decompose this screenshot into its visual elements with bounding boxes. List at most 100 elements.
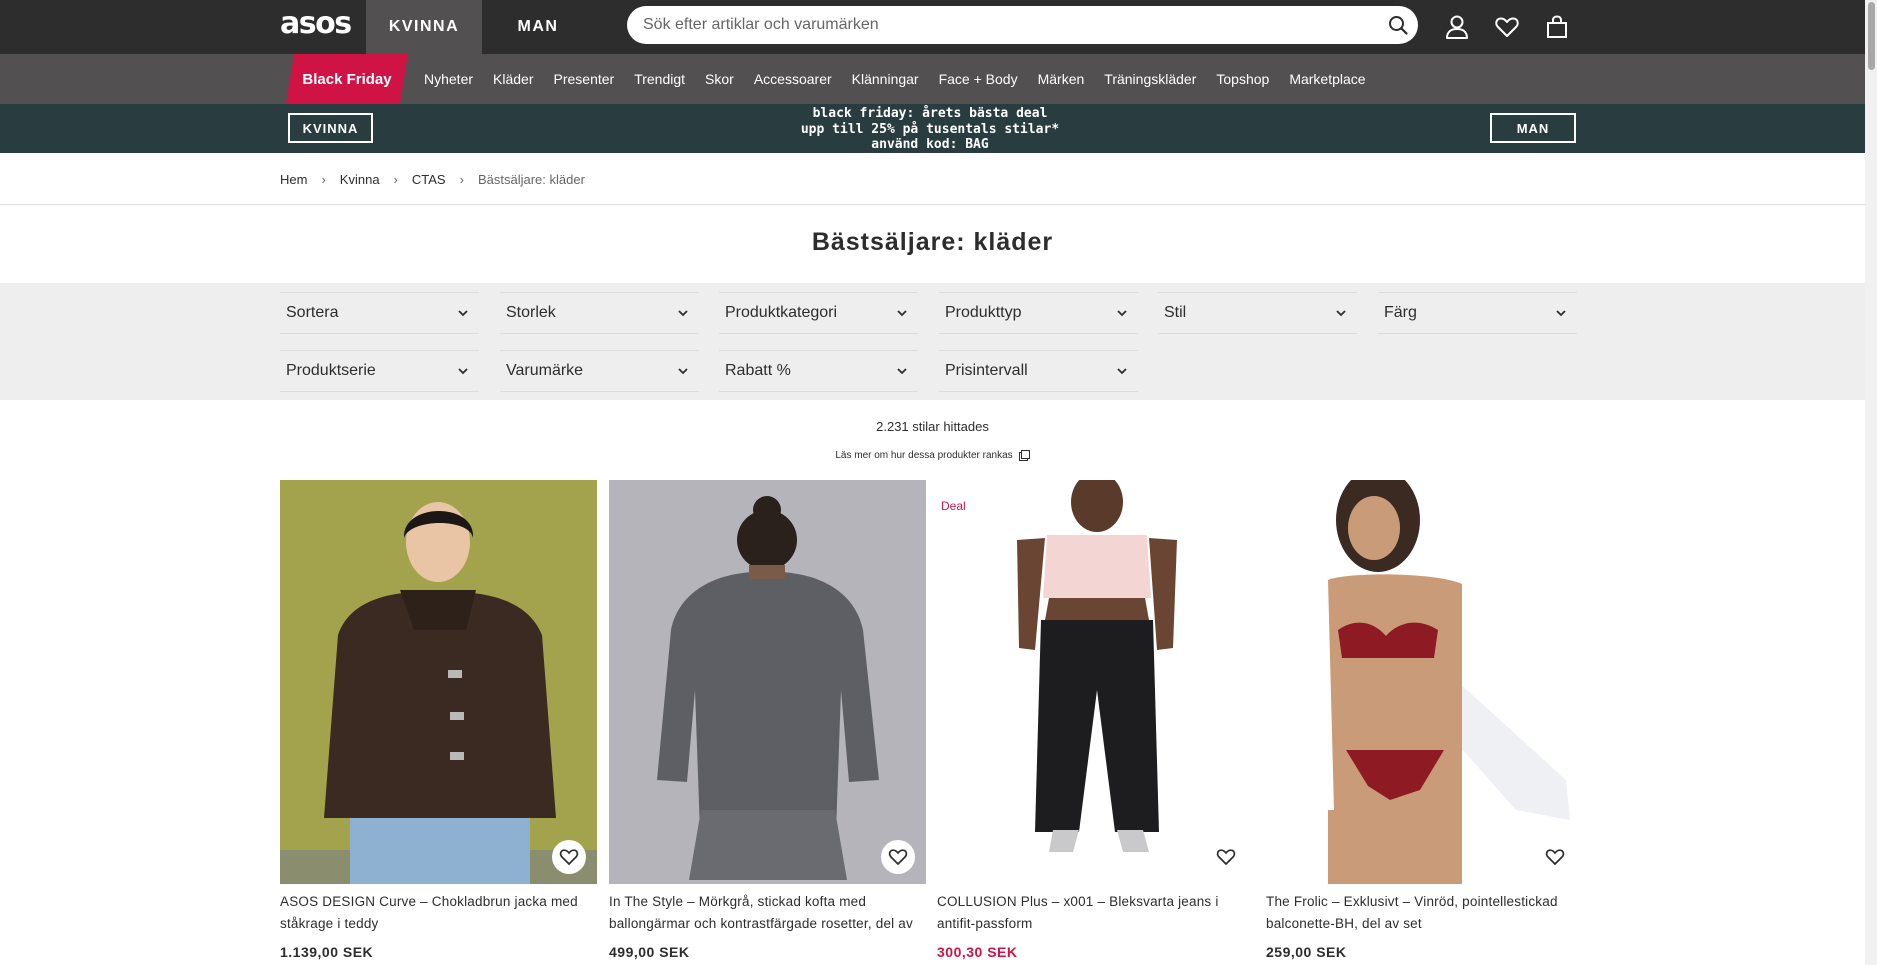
heart-icon bbox=[559, 849, 579, 866]
scrollbar-thumb[interactable] bbox=[1868, 2, 1875, 70]
chevron-down-icon bbox=[458, 368, 468, 375]
filter-brand-dropdown[interactable]: Varumärke bbox=[500, 350, 699, 392]
nav-item[interactable]: Trendigt bbox=[624, 71, 695, 87]
nav-item[interactable]: Märken bbox=[1028, 71, 1095, 87]
breadcrumb: Hem › Kvinna › CTAS › Bästsäljare: kläde… bbox=[280, 172, 585, 187]
search-icon[interactable] bbox=[1388, 15, 1408, 35]
filter-bar: Sortera Storlek Produktkategori Produktt… bbox=[0, 283, 1865, 400]
chevron-down-icon bbox=[1556, 310, 1566, 317]
filter-color-dropdown[interactable]: Färg bbox=[1378, 292, 1577, 334]
product-card[interactable]: In The Style – Mörkgrå, stickad kofta me… bbox=[609, 480, 926, 960]
nav-item-black-friday[interactable]: Black Friday bbox=[286, 54, 408, 104]
promo-kvinna-button[interactable]: KVINNA bbox=[288, 113, 373, 143]
filter-label: Produkttyp bbox=[945, 304, 1022, 321]
nav-item[interactable]: Accessoarer bbox=[744, 71, 842, 87]
filter-type-dropdown[interactable]: Produkttyp bbox=[939, 292, 1138, 334]
chevron-down-icon bbox=[458, 310, 468, 317]
product-image[interactable] bbox=[1266, 480, 1583, 884]
filter-size-dropdown[interactable]: Storlek bbox=[500, 292, 699, 334]
nav-item[interactable]: Kläder bbox=[483, 71, 543, 87]
bag-icon[interactable] bbox=[1543, 13, 1571, 41]
filter-label: Stil bbox=[1164, 304, 1187, 321]
breadcrumb-separator: › bbox=[321, 172, 326, 187]
product-name[interactable]: ASOS DESIGN Curve – Chokladbrun jacka me… bbox=[280, 891, 597, 935]
filter-label: Färg bbox=[1384, 304, 1417, 321]
chevron-down-icon bbox=[678, 310, 688, 317]
promo-line: upp till 25% på tusentals stilar* bbox=[800, 121, 1060, 137]
save-for-later-button[interactable] bbox=[1538, 840, 1572, 874]
filter-label: Prisintervall bbox=[945, 362, 1028, 379]
breadcrumb-separator: › bbox=[393, 172, 398, 187]
account-icon[interactable] bbox=[1443, 13, 1471, 41]
external-link-icon bbox=[1018, 450, 1030, 461]
breadcrumb-separator: › bbox=[459, 172, 464, 187]
chevron-down-icon bbox=[897, 310, 907, 317]
filter-label: Varumärke bbox=[506, 362, 584, 379]
product-image[interactable]: Deal bbox=[937, 480, 1254, 884]
chevron-down-icon bbox=[897, 368, 907, 375]
filter-category-dropdown[interactable]: Produktkategori bbox=[719, 292, 918, 334]
filter-series-dropdown[interactable]: Produktserie bbox=[280, 350, 479, 392]
save-for-later-button[interactable] bbox=[881, 840, 915, 874]
nav-item[interactable]: Skor bbox=[695, 71, 744, 87]
product-price: 1.139,00 SEK bbox=[280, 944, 374, 960]
divider bbox=[0, 204, 1865, 205]
breadcrumb-link[interactable]: CTAS bbox=[412, 172, 446, 187]
nav-item[interactable]: Topshop bbox=[1206, 71, 1279, 87]
product-price: 259,00 SEK bbox=[1266, 944, 1347, 960]
chevron-down-icon bbox=[1117, 368, 1127, 375]
promo-line: black friday: årets bästa deal bbox=[812, 106, 1048, 121]
search-bar bbox=[627, 6, 1418, 44]
product-image[interactable] bbox=[280, 480, 597, 884]
product-name[interactable]: The Frolic – Exklusivt – Vinröd, pointel… bbox=[1266, 891, 1583, 935]
saved-items-heart-icon[interactable] bbox=[1493, 13, 1521, 41]
nav-item[interactable]: Träningskläder bbox=[1094, 71, 1206, 87]
top-header: asos KVINNA MAN bbox=[0, 0, 1865, 54]
nav-item[interactable]: Face + Body bbox=[929, 71, 1028, 87]
search-input[interactable] bbox=[643, 16, 1363, 34]
product-name[interactable]: COLLUSION Plus – x001 – Bleksvarta jeans… bbox=[937, 891, 1254, 935]
asos-logo[interactable]: asos bbox=[280, 9, 352, 39]
filter-price-dropdown[interactable]: Prisintervall bbox=[939, 350, 1138, 392]
save-for-later-button[interactable] bbox=[1209, 840, 1243, 874]
tab-man[interactable]: MAN bbox=[482, 0, 594, 54]
filter-style-dropdown[interactable]: Stil bbox=[1158, 292, 1357, 334]
ranking-info-label: Läs mer om hur dessa produkter rankas bbox=[835, 450, 1013, 461]
save-for-later-button[interactable] bbox=[552, 840, 586, 874]
heart-icon bbox=[888, 849, 908, 866]
promo-line: använd kod: BAG bbox=[871, 137, 989, 152]
product-card[interactable]: Deal COLLUSION Plus – x001 – Bleksvarta … bbox=[937, 480, 1254, 960]
chevron-down-icon bbox=[678, 368, 688, 375]
heart-icon bbox=[1216, 849, 1236, 866]
product-card[interactable]: ASOS DESIGN Curve – Chokladbrun jacka me… bbox=[280, 480, 597, 960]
promo-banner[interactable]: KVINNA black friday: årets bästa deal up… bbox=[0, 104, 1865, 153]
product-name[interactable]: In The Style – Mörkgrå, stickad kofta me… bbox=[609, 891, 926, 935]
deal-badge: Deal bbox=[941, 499, 966, 513]
page-title: Bästsäljare: kläder bbox=[811, 228, 1054, 256]
page-scrollbar[interactable] bbox=[1865, 0, 1877, 965]
filter-label: Storlek bbox=[506, 304, 556, 321]
tab-kvinna[interactable]: KVINNA bbox=[366, 0, 482, 54]
breadcrumb-current: Bästsäljare: kläder bbox=[477, 172, 585, 187]
product-card[interactable]: The Frolic – Exklusivt – Vinröd, pointel… bbox=[1266, 480, 1583, 960]
chevron-down-icon bbox=[1117, 310, 1127, 317]
nav-item[interactable]: Marketplace bbox=[1279, 71, 1375, 87]
filter-label: Produktkategori bbox=[725, 304, 838, 321]
product-price: 499,00 SEK bbox=[609, 944, 690, 960]
filter-label: Produktserie bbox=[286, 362, 376, 379]
category-nav: Black Friday Nyheter Kläder Presenter Tr… bbox=[0, 54, 1865, 104]
nav-item[interactable]: Klänningar bbox=[842, 71, 929, 87]
nav-item[interactable]: Presenter bbox=[544, 71, 625, 87]
breadcrumb-link[interactable]: Kvinna bbox=[340, 172, 380, 187]
filter-label: Sortera bbox=[286, 304, 339, 321]
breadcrumb-link[interactable]: Hem bbox=[280, 172, 307, 187]
product-price: 300,30 SEK bbox=[937, 944, 1018, 960]
ranking-info-link[interactable]: Läs mer om hur dessa produkter rankas bbox=[0, 450, 1865, 461]
filter-sort-dropdown[interactable]: Sortera bbox=[280, 292, 479, 334]
results-count: 2.231 stilar hittades bbox=[876, 419, 989, 434]
product-image[interactable] bbox=[609, 480, 926, 884]
filter-label: Rabatt % bbox=[725, 362, 791, 379]
nav-item[interactable]: Nyheter bbox=[414, 71, 483, 87]
filter-discount-dropdown[interactable]: Rabatt % bbox=[719, 350, 918, 392]
promo-man-button[interactable]: MAN bbox=[1490, 113, 1576, 143]
